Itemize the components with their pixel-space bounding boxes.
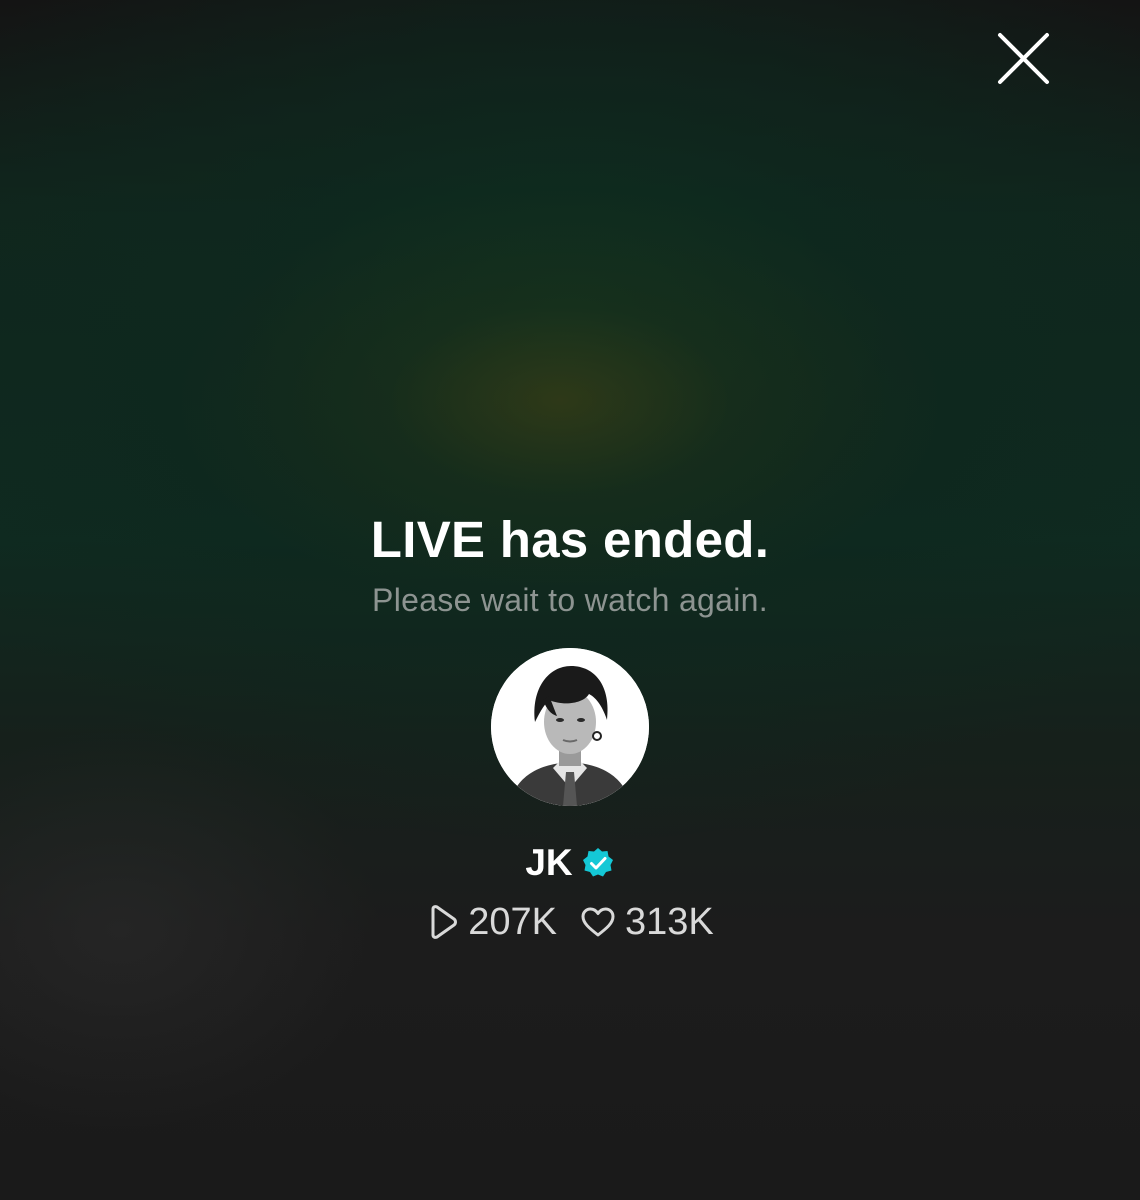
subtitle: Please wait to watch again. [372,582,768,618]
likes-count: 313K [625,901,714,943]
profile-name: JK [525,842,573,883]
verified-badge-icon [582,848,613,877]
likes-stat: 313K [579,896,714,948]
views-stat: 207K [426,896,557,948]
profile-name-row[interactable]: JK [0,838,1140,888]
heart-icon [581,907,615,937]
page-title: LIVE has ended. [370,511,770,568]
close-button[interactable] [990,26,1056,92]
live-stats: 207K 313K [0,896,1140,948]
close-icon [998,33,1049,84]
views-count: 207K [468,901,557,943]
avatar[interactable] [491,648,649,806]
avatar-photo [491,648,649,806]
play-icon [431,905,458,939]
live-ended-message: LIVE has ended. Please wait to watch aga… [0,500,1140,620]
